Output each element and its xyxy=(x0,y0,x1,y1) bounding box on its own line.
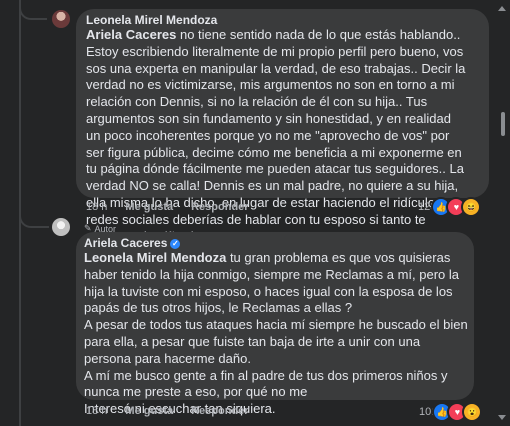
avatar-ariela[interactable] xyxy=(52,218,70,236)
thread-connector xyxy=(19,0,47,20)
reply-button[interactable]: Responder xyxy=(191,404,248,418)
scroll-up-arrow[interactable] xyxy=(498,6,506,11)
comment-author[interactable]: Leonela Mirel Mendoza xyxy=(86,13,489,27)
reaction-summary[interactable]: 101 👍 ♥ 😮 xyxy=(419,402,483,422)
comment-text: Leonela Mirel Mendoza tu gran problema e… xyxy=(84,250,468,317)
comment-time[interactable]: 18 h xyxy=(86,200,107,214)
comment-author: Ariela Caceres ✓ xyxy=(84,236,474,250)
scrollbar[interactable] xyxy=(498,0,508,426)
comment-bubble: Leonela Mirel Mendoza Ariela Caceres no … xyxy=(76,9,489,244)
comment-paragraph: A mí me busco gente a fin al padre de tu… xyxy=(84,367,448,400)
thread-connector xyxy=(19,212,49,228)
wow-icon: 😮 xyxy=(462,402,483,422)
reaction-summary[interactable]: 128 👍 ♥ 😆 xyxy=(418,197,482,217)
comment-paragraph: A pesar de todos tus ataques hacia mí si… xyxy=(84,317,468,366)
comment-bubble: Ariela Caceres ✓ Leonela Mirel Mendoza tu… xyxy=(76,232,474,416)
like-button[interactable]: Me gusta xyxy=(125,200,173,214)
mention-link[interactable]: Leonela Mirel Mendoza xyxy=(84,250,226,265)
reply-button[interactable]: Responder xyxy=(191,200,248,214)
scroll-down-arrow[interactable] xyxy=(498,415,506,420)
scrollbar-thumb[interactable] xyxy=(501,112,505,136)
mention-link[interactable]: Ariela Caceres xyxy=(86,27,176,42)
comment-time[interactable]: 18 h xyxy=(86,404,107,418)
comment-actions: 18 h Me gusta Responder xyxy=(86,404,249,418)
avatar-leonela[interactable] xyxy=(52,10,70,28)
like-button[interactable]: Me gusta xyxy=(125,404,173,418)
haha-icon: 😆 xyxy=(461,197,482,217)
verified-icon: ✓ xyxy=(170,238,181,249)
comment-actions: 18 h Me gusta Responder xyxy=(86,200,249,214)
author-name[interactable]: Ariela Caceres xyxy=(84,236,167,250)
